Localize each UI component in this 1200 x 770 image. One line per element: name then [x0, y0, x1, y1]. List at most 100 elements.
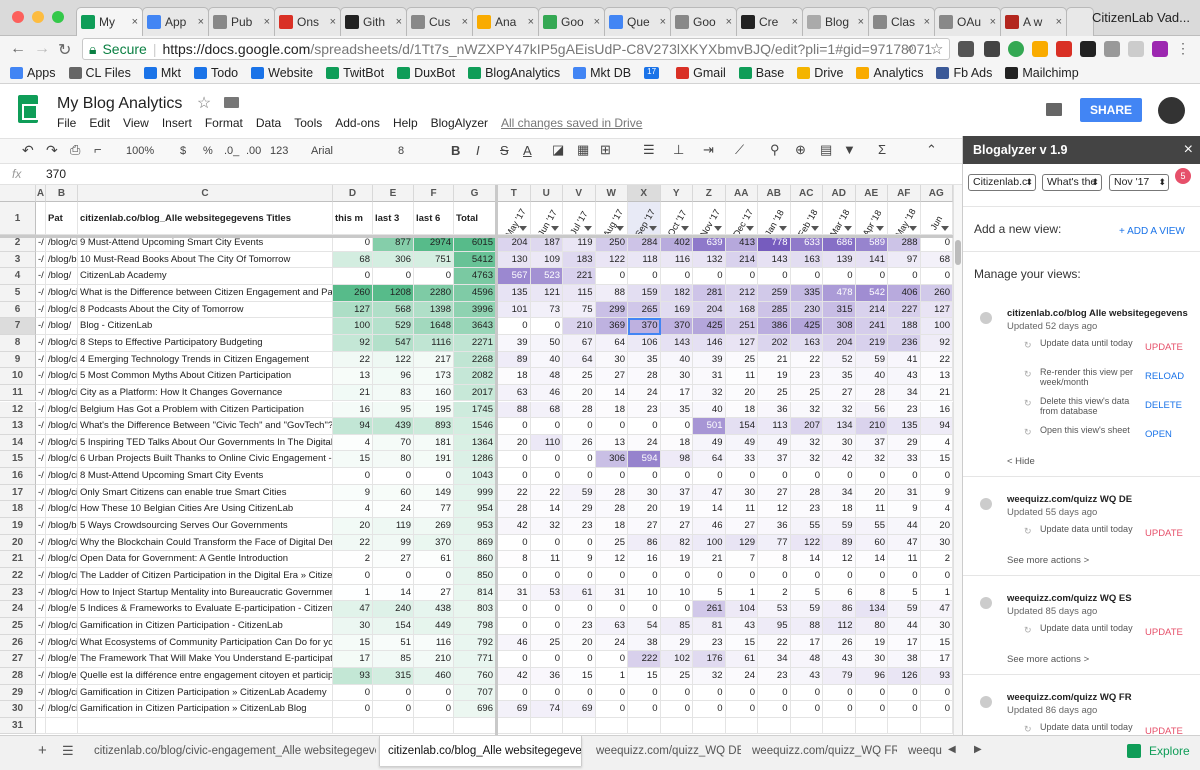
cell-month[interactable]: 202: [758, 334, 791, 352]
cell-month[interactable]: 27: [660, 518, 693, 535]
cell-month[interactable]: 25: [563, 368, 596, 385]
cell-month[interactable]: 46: [530, 384, 563, 402]
cell-a[interactable]: -/: [36, 284, 46, 302]
cell-d[interactable]: 4: [333, 434, 373, 452]
view-title[interactable]: weequizz.com/quizz WQ DE: [1007, 494, 1132, 505]
browser-tab[interactable]: Ons ×: [274, 7, 341, 36]
cell-month[interactable]: 38: [888, 651, 921, 668]
cell-e[interactable]: [373, 717, 414, 735]
cell-month[interactable]: [693, 717, 726, 735]
filter-dropdown-icon[interactable]: [811, 226, 819, 232]
cell-month[interactable]: 8: [498, 551, 531, 568]
cell-month[interactable]: 0: [498, 651, 531, 668]
cell-d[interactable]: 0: [333, 468, 373, 485]
cell-month[interactable]: 18: [660, 434, 693, 452]
header-cell[interactable]: [36, 202, 46, 235]
save-status[interactable]: All changes saved in Drive: [501, 116, 642, 130]
filter-dropdown-icon[interactable]: [616, 226, 624, 232]
cell-f[interactable]: 0: [414, 268, 454, 285]
row-header[interactable]: 20: [0, 534, 36, 552]
cell-month[interactable]: 0: [498, 318, 531, 335]
cell-month[interactable]: 0: [563, 534, 596, 552]
cell-month[interactable]: 28: [563, 401, 596, 419]
cell-month[interactable]: 0: [725, 268, 758, 285]
cell-path[interactable]: /blog/ci: [46, 418, 78, 435]
row-header[interactable]: 29: [0, 684, 36, 702]
cell-month[interactable]: 0: [628, 468, 661, 485]
cell-month[interactable]: 33: [725, 451, 758, 469]
cell-month[interactable]: 67: [563, 334, 596, 352]
cell-month[interactable]: 35: [628, 351, 661, 369]
cell-a[interactable]: -/: [36, 318, 46, 335]
cell-d[interactable]: 93: [333, 667, 373, 685]
cell-month[interactable]: 127: [725, 334, 758, 352]
cell-month[interactable]: 0: [855, 684, 888, 702]
row-header[interactable]: 22: [0, 568, 36, 585]
cell-f[interactable]: 0: [414, 568, 454, 585]
menu-format[interactable]: Format: [205, 116, 243, 130]
cell-month[interactable]: 81: [693, 617, 726, 635]
cell-month[interactable]: 27: [595, 368, 628, 385]
cell-month[interactable]: 24: [595, 634, 628, 652]
cell-month[interactable]: 25: [660, 667, 693, 685]
cell-month[interactable]: 112: [823, 617, 856, 635]
cell-month[interactable]: 132: [693, 251, 726, 269]
cell-a[interactable]: -/: [36, 334, 46, 352]
cell-e[interactable]: 439: [373, 418, 414, 435]
cell-month[interactable]: 0: [563, 684, 596, 702]
menu-file[interactable]: File: [57, 116, 76, 130]
cell-month[interactable]: 0: [660, 568, 693, 585]
cell-month[interactable]: 15: [725, 634, 758, 652]
cell-month[interactable]: 127: [920, 301, 953, 319]
browser-tab[interactable]: Goo ×: [670, 7, 737, 36]
cell-g[interactable]: 2271: [454, 334, 496, 352]
header-cell[interactable]: citizenlab.co/blog_Alle websitegegevens …: [78, 202, 333, 235]
cell-month[interactable]: [725, 717, 758, 735]
column-header[interactable]: D: [333, 185, 373, 202]
cell-e[interactable]: 95: [373, 401, 414, 419]
cell-d[interactable]: 15: [333, 451, 373, 469]
cell-month[interactable]: 168: [725, 301, 758, 319]
cell-a[interactable]: -/: [36, 501, 46, 519]
cell-g[interactable]: 3996: [454, 301, 496, 319]
cell-g[interactable]: 2082: [454, 368, 496, 385]
cell-month[interactable]: 204: [823, 334, 856, 352]
cell-f[interactable]: 0: [414, 701, 454, 718]
cell-title[interactable]: 8 Steps to Effective Participatory Budge…: [78, 334, 333, 352]
cell-month[interactable]: 53: [758, 601, 791, 618]
cell-month[interactable]: 183: [563, 251, 596, 269]
cell-month[interactable]: 19: [855, 634, 888, 652]
cell-g[interactable]: 4763: [454, 268, 496, 285]
sheet-tab[interactable]: citizenlab.co/blog/civic-engagement_Alle…: [86, 736, 376, 766]
cell-e[interactable]: 547: [373, 334, 414, 352]
cell-month[interactable]: 19: [660, 501, 693, 519]
scroll-right-icon[interactable]: ▶: [974, 744, 982, 755]
cell-month[interactable]: 163: [790, 251, 823, 269]
cell-month[interactable]: 0: [888, 568, 921, 585]
cell-month[interactable]: 146: [693, 334, 726, 352]
cell-a[interactable]: -/: [36, 351, 46, 369]
cell-month[interactable]: 100: [920, 318, 953, 335]
column-header[interactable]: A: [36, 185, 46, 202]
cell-a[interactable]: -/: [36, 551, 46, 568]
tab-close-icon[interactable]: ×: [990, 16, 996, 28]
filter-dropdown-icon[interactable]: [843, 226, 852, 232]
cell-month[interactable]: 64: [595, 334, 628, 352]
cell-e[interactable]: 83: [373, 384, 414, 402]
cell-month[interactable]: 25: [595, 534, 628, 552]
cell-month[interactable]: 12: [595, 551, 628, 568]
cell-month[interactable]: 14: [693, 501, 726, 519]
cell-month[interactable]: 0: [855, 468, 888, 485]
cell-month[interactable]: 0: [660, 684, 693, 702]
cell-title[interactable]: 5 Most Common Myths About Citizen Partic…: [78, 368, 333, 385]
cell-d[interactable]: 1: [333, 584, 373, 602]
cell-month[interactable]: 41: [888, 351, 921, 369]
row-header[interactable]: 5: [0, 284, 36, 302]
tab-close-icon[interactable]: ×: [396, 16, 402, 28]
cell-month[interactable]: 135: [498, 284, 531, 302]
insert-comment-icon[interactable]: ⊕: [795, 142, 806, 158]
menu-tools[interactable]: Tools: [294, 116, 322, 130]
tab-close-icon[interactable]: ×: [594, 16, 600, 28]
cell-month[interactable]: 126: [888, 667, 921, 685]
cell-path[interactable]: [46, 717, 78, 735]
